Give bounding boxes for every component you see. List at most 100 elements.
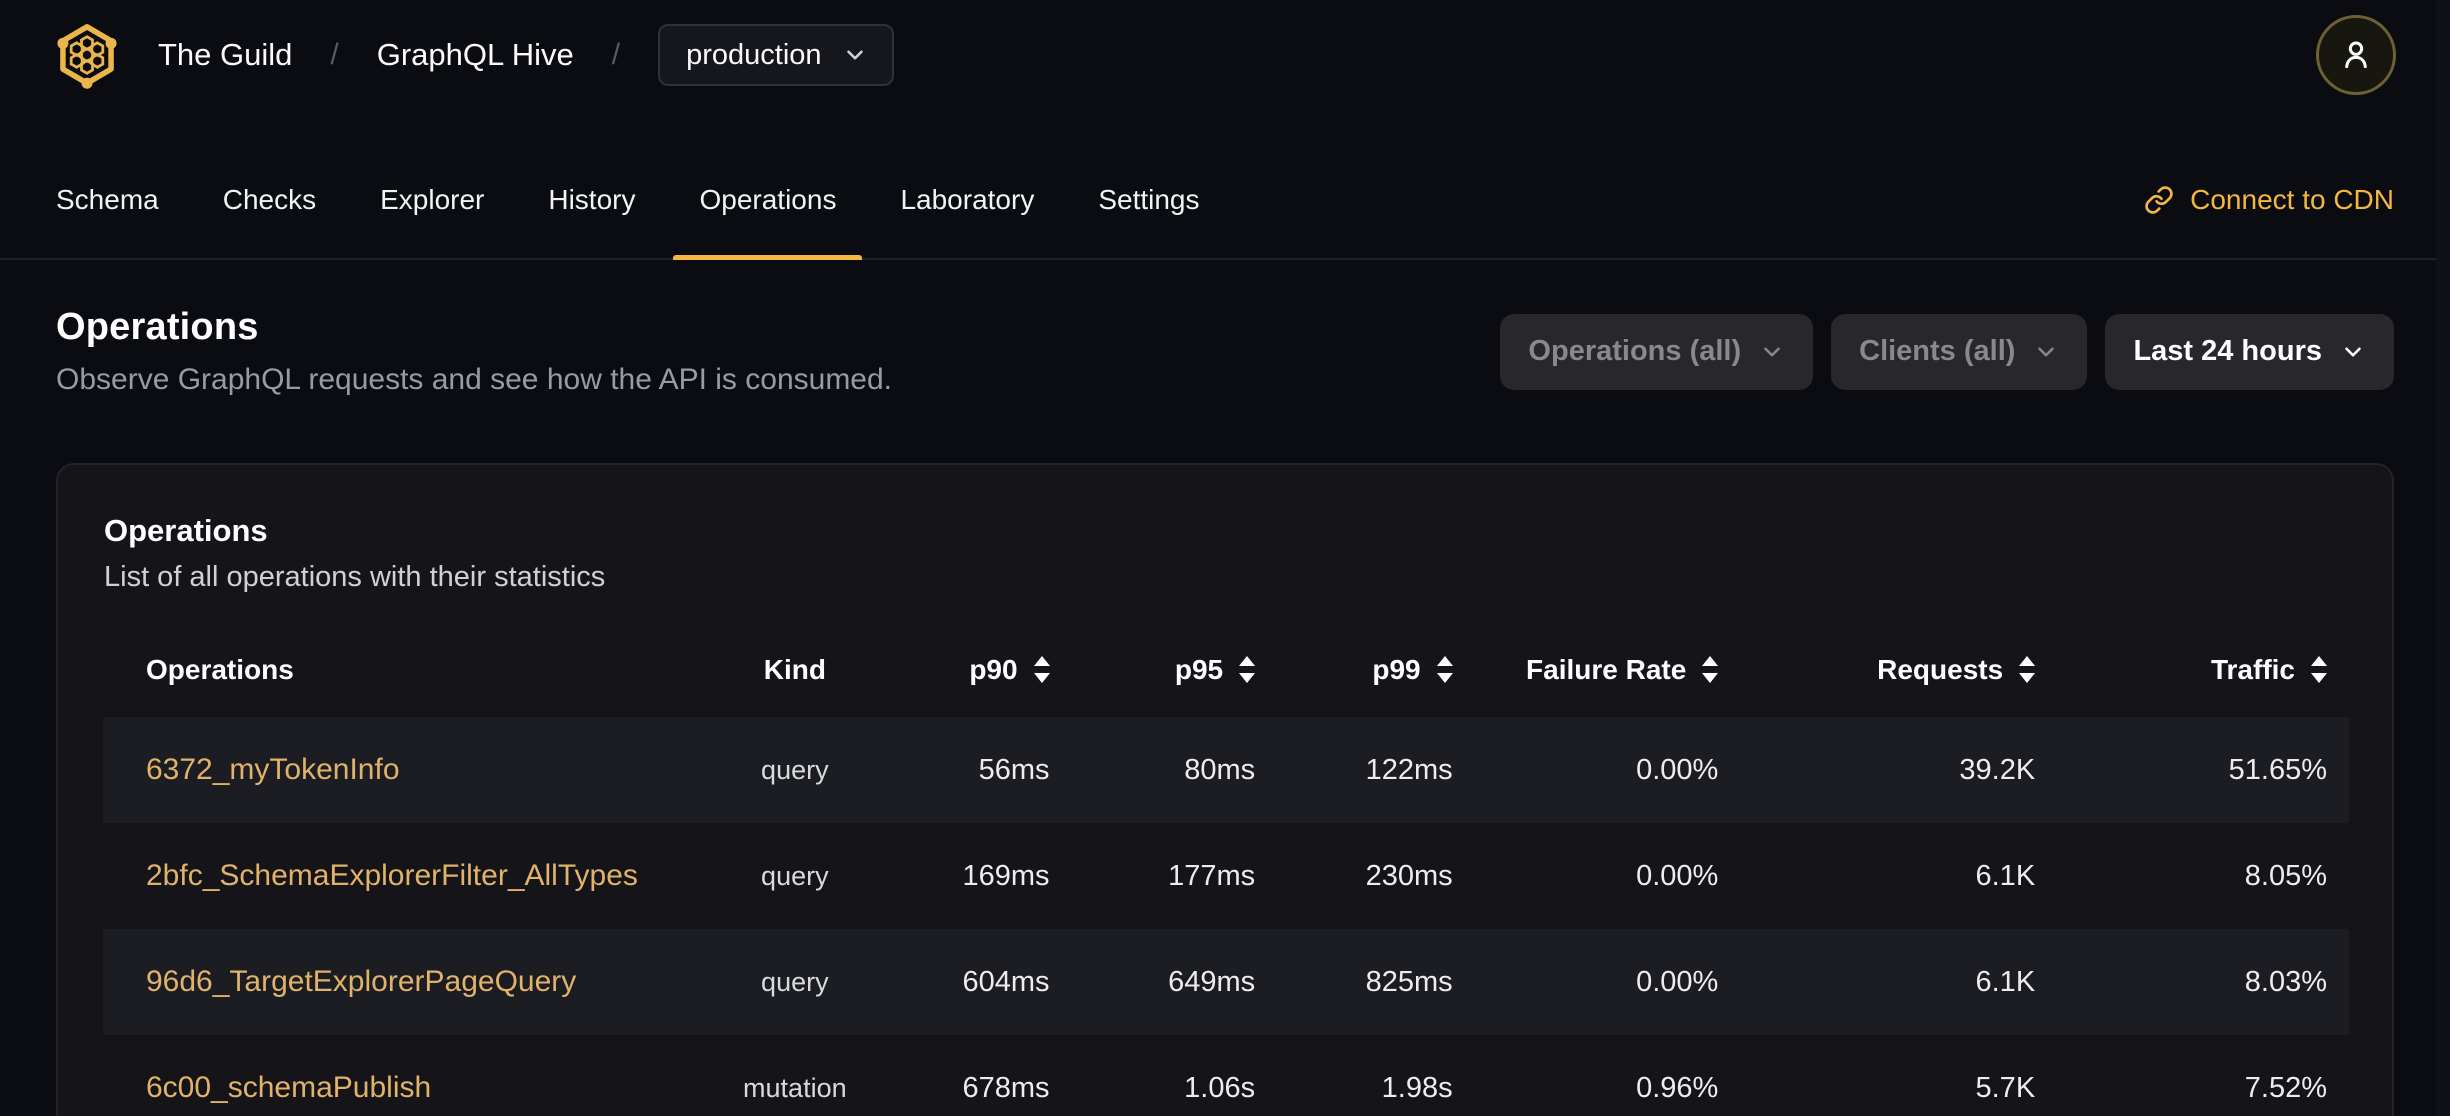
sort-arrows-icon[interactable] xyxy=(2019,656,2036,683)
breadcrumb-project[interactable]: GraphQL Hive xyxy=(377,37,574,73)
column-header-operations: Operations xyxy=(103,622,664,717)
column-label: p95 xyxy=(1174,653,1224,685)
column-label: Failure Rate xyxy=(1526,653,1687,685)
sort-desc-icon[interactable] xyxy=(2311,673,2327,683)
sort-arrows-icon[interactable] xyxy=(1239,656,1256,683)
breadcrumb-organization[interactable]: The Guild xyxy=(158,37,292,73)
sort-desc-icon[interactable] xyxy=(1033,673,1050,683)
column-header-requests[interactable]: Requests xyxy=(1740,622,2057,717)
operations-table: Operations Kind p90 p95 p99 Failure Rate Reque… xyxy=(103,622,2349,1116)
tab-settings[interactable]: Settings xyxy=(1098,142,1199,258)
operation-link[interactable]: 6c00_schemaPublish xyxy=(146,1071,431,1104)
tab-label: History xyxy=(548,184,636,215)
table-row: 2bfc_SchemaExplorerFilter_AllTypes query 1… xyxy=(103,823,2349,929)
p95-value: 80ms xyxy=(1184,753,1256,786)
operations-filter-button[interactable]: Operations (all) xyxy=(1500,313,1814,390)
cell-requests: 6.1K xyxy=(1740,929,2057,1035)
time-range-button[interactable]: Last 24 hours xyxy=(2105,313,2394,390)
filters-group: Operations (all) Clients (all) Last 24 h… xyxy=(1500,313,2394,390)
cell-p99: 1.98s xyxy=(1277,1035,1475,1116)
p95-value: 1.06s xyxy=(1184,1071,1256,1104)
cell-p90: 56ms xyxy=(925,717,1071,823)
p99-value: 230ms xyxy=(1365,859,1453,892)
breadcrumb: The Guild / GraphQL Hive / production xyxy=(158,24,894,86)
sort-desc-icon[interactable] xyxy=(1436,673,1453,683)
sort-arrows-icon[interactable] xyxy=(2311,656,2327,683)
column-header-p90[interactable]: p90 xyxy=(925,622,1071,717)
column-header-kind: Kind xyxy=(664,622,925,717)
cell-kind: query xyxy=(664,717,925,823)
column-header-p95[interactable]: p95 xyxy=(1072,622,1278,717)
column-header-p99[interactable]: p99 xyxy=(1277,622,1475,717)
column-header-failure-rate[interactable]: Failure Rate xyxy=(1475,622,1741,717)
cell-p99: 122ms xyxy=(1277,717,1475,823)
sort-desc-icon[interactable] xyxy=(2019,673,2036,683)
traffic-value: 8.05% xyxy=(2244,859,2327,892)
sort-asc-icon[interactable] xyxy=(1436,656,1453,666)
column-label: Operations xyxy=(146,653,294,685)
tab-schema[interactable]: Schema xyxy=(56,142,159,258)
p90-value: 604ms xyxy=(962,965,1050,998)
sort-arrows-icon[interactable] xyxy=(1702,656,1719,683)
scrollbar-track[interactable] xyxy=(2436,0,2450,1116)
link-icon xyxy=(2144,185,2174,215)
target-selector-dropdown[interactable]: production xyxy=(658,24,894,86)
clients-filter-label: Clients (all) xyxy=(1859,335,2016,367)
sort-asc-icon[interactable] xyxy=(2311,656,2327,666)
sort-arrows-icon[interactable] xyxy=(1436,656,1453,683)
cell-p95: 649ms xyxy=(1072,929,1278,1035)
operation-link[interactable]: 96d6_TargetExplorerPageQuery xyxy=(146,965,576,998)
sort-asc-icon[interactable] xyxy=(1702,656,1719,666)
clients-filter-button[interactable]: Clients (all) xyxy=(1831,313,2088,390)
kind-value: query xyxy=(761,966,829,997)
connect-cdn-label: Connect to CDN xyxy=(2190,184,2394,215)
cell-traffic: 51.65% xyxy=(2057,717,2349,823)
requests-value: 5.7K xyxy=(1975,1071,2036,1104)
column-label: p99 xyxy=(1372,653,1421,685)
tab-checks[interactable]: Checks xyxy=(223,142,316,258)
sort-arrows-icon[interactable] xyxy=(1033,656,1050,683)
card-title: Operations xyxy=(104,513,268,548)
cell-failure-rate: 0.00% xyxy=(1475,823,1741,929)
table-header: Operations Kind p90 p95 p99 Failure Rate Reque… xyxy=(103,622,2349,717)
sort-asc-icon[interactable] xyxy=(1239,656,1256,666)
p90-value: 169ms xyxy=(962,859,1050,892)
column-header-traffic[interactable]: Traffic xyxy=(2057,622,2349,717)
cell-p95: 177ms xyxy=(1072,823,1278,929)
tab-history[interactable]: History xyxy=(548,142,635,258)
kind-value: query xyxy=(761,860,829,891)
cell-failure-rate: 0.96% xyxy=(1475,1035,1741,1116)
sort-asc-icon[interactable] xyxy=(1033,656,1050,666)
requests-value: 6.1K xyxy=(1975,965,2036,998)
table-body: 6372_myTokenInfo query 56ms 80ms 122ms 0.00% 3… xyxy=(103,717,2349,1116)
connect-cdn-link[interactable]: Connect to CDN xyxy=(2144,184,2394,216)
table-row: 96d6_TargetExplorerPageQuery query 604ms 64… xyxy=(103,929,2349,1035)
cell-traffic: 8.03% xyxy=(2057,929,2349,1035)
column-label: Traffic xyxy=(2210,653,2295,685)
user-menu-button[interactable] xyxy=(2316,15,2396,95)
p90-value: 56ms xyxy=(978,753,1050,786)
table-header-row: Operations Kind p90 p95 p99 Failure Rate Reque… xyxy=(103,622,2349,717)
app-header: The Guild / GraphQL Hive / production xyxy=(0,0,2450,110)
operation-link[interactable]: 2bfc_SchemaExplorerFilter_AllTypes xyxy=(146,859,638,892)
operation-link[interactable]: 6372_myTokenInfo xyxy=(146,753,400,786)
card-subtitle: List of all operations with their statis… xyxy=(104,561,606,593)
cell-requests: 39.2K xyxy=(1740,717,2057,823)
kind-value: query xyxy=(761,754,829,785)
page-title: Operations xyxy=(56,306,259,348)
hive-logo-icon xyxy=(54,21,120,89)
cell-p99: 825ms xyxy=(1277,929,1475,1035)
p95-value: 177ms xyxy=(1168,859,1256,892)
tab-explorer[interactable]: Explorer xyxy=(380,142,484,258)
tab-label: Operations xyxy=(699,184,837,215)
sort-desc-icon[interactable] xyxy=(1239,673,1256,683)
column-label: Kind xyxy=(763,653,826,685)
sort-desc-icon[interactable] xyxy=(1702,673,1719,683)
tab-label: Explorer xyxy=(380,184,485,215)
tab-operations[interactable]: Operations xyxy=(673,142,863,260)
failure-rate-value: 0.00% xyxy=(1636,753,1719,786)
cell-operation: 96d6_TargetExplorerPageQuery xyxy=(103,929,664,1035)
page-header: Operations Observe GraphQL requests and … xyxy=(56,306,2394,397)
sort-asc-icon[interactable] xyxy=(2019,656,2036,666)
tab-laboratory[interactable]: Laboratory xyxy=(900,142,1034,258)
